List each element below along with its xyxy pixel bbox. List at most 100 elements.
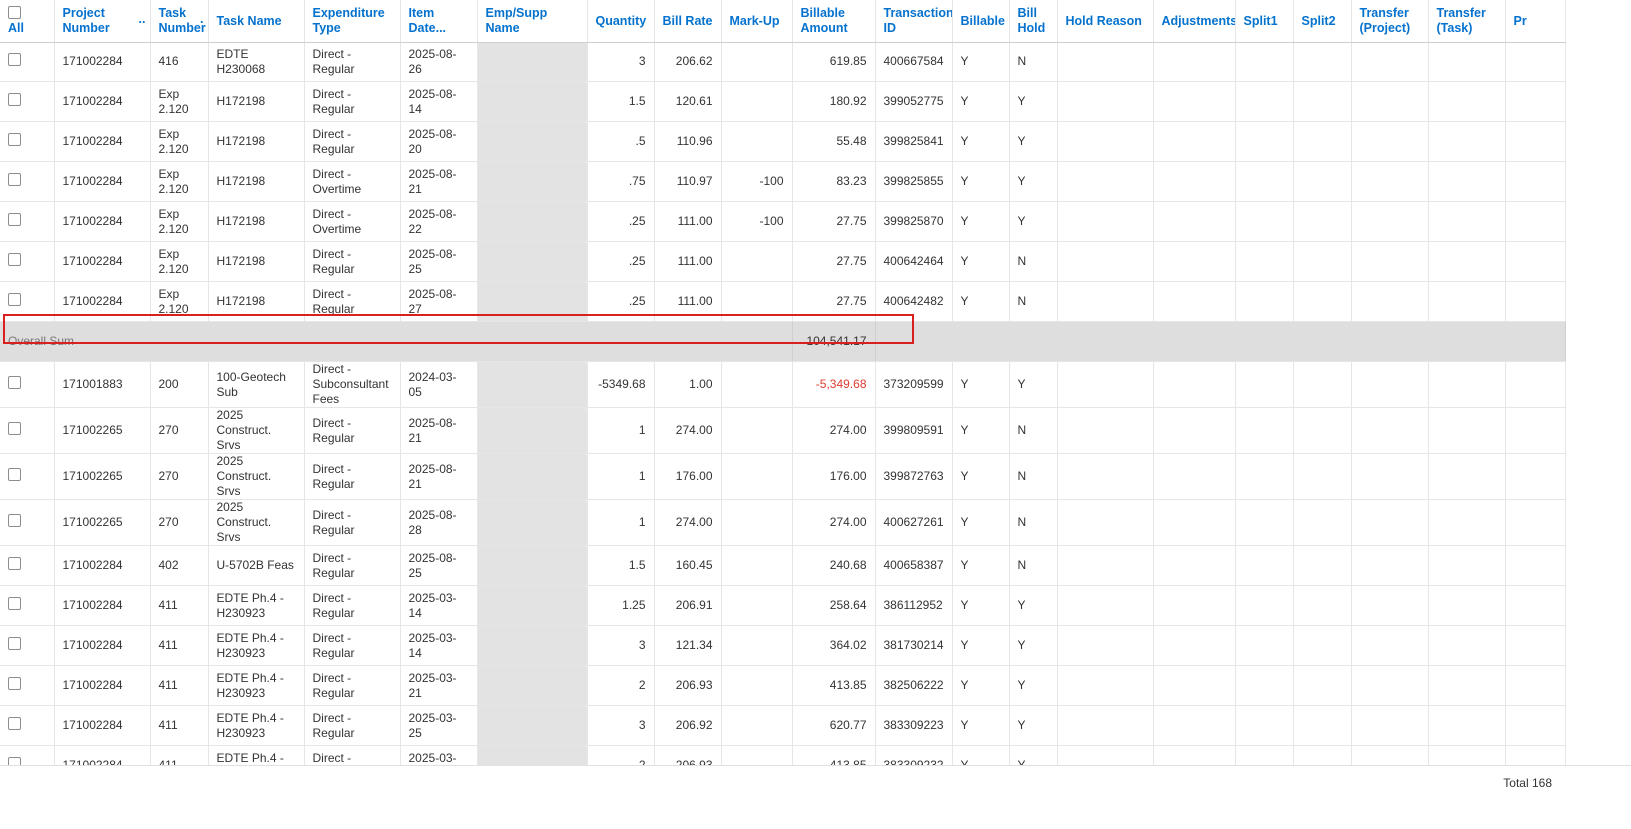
column-header-txn[interactable]: Transaction..ID [875, 0, 953, 43]
cell-split1 [1235, 585, 1294, 626]
cell-split1 [1235, 625, 1294, 666]
row-select-checkbox[interactable] [8, 637, 21, 650]
cell-billamt: 274.00 [792, 407, 876, 454]
cell-billamt: -5,349.68 [792, 361, 876, 408]
cell-tproj [1351, 241, 1429, 282]
cell-itemdate: 2025-08-21 [400, 161, 478, 202]
cell-adj [1153, 665, 1236, 706]
cell-markup [721, 407, 793, 454]
cell-select [0, 161, 55, 202]
column-header-billamt[interactable]: Billable Amount [792, 0, 876, 43]
cell-txn: 400642464 [875, 241, 953, 282]
redacted-name-cell [477, 453, 588, 500]
cell-project: 171002265 [54, 499, 151, 546]
column-header-task[interactable]: Task Number. [150, 0, 209, 43]
column-header-tproj[interactable]: Transfer (Project) [1351, 0, 1429, 43]
table-row[interactable]: 171002284 Exp 2.120 H172198 Direct - Regula… [0, 281, 1566, 322]
row-select-checkbox[interactable] [8, 173, 21, 186]
table-row[interactable]: 171002265 270 2025 Construct. Srvs Direct -… [0, 499, 1566, 546]
row-select-checkbox[interactable] [8, 597, 21, 610]
table-row[interactable]: 171002284 Exp 2.120 H172198 Direct - Regula… [0, 241, 1566, 282]
column-header-qty[interactable]: Quantity [587, 0, 655, 43]
cell-split1 [1235, 241, 1294, 282]
column-header-select[interactable]: All [0, 0, 55, 43]
table-row[interactable]: 171002284411EDTE Ph.4 - H230923Direct - … [0, 705, 1566, 746]
table-row[interactable]: 171002284411EDTE Ph.4 - H230923Direct - … [0, 665, 1566, 706]
table-row[interactable]: 171002265 270 2025 Construct. Srvs Direct -… [0, 453, 1566, 500]
header-row: All Project Number.. Task Number. Task Name Ex… [0, 0, 1566, 43]
cell-billrate: 206.62 [654, 42, 722, 82]
row-select-checkbox[interactable] [8, 53, 21, 66]
cell-billrate: 206.92 [654, 705, 722, 746]
column-header-emp[interactable]: Emp/Supp Name [477, 0, 588, 43]
table-row[interactable]: 171002284 Exp 2.120 H172198 Direct - Regula… [0, 121, 1566, 162]
row-select-checkbox[interactable] [8, 253, 21, 266]
cell-qty: .5 [587, 121, 655, 162]
table-row[interactable]: 171002284 Exp 2.120 H172198 Direct - Regula… [0, 81, 1566, 122]
redacted-name-cell [477, 241, 588, 282]
row-select-checkbox[interactable] [8, 557, 21, 570]
table-row[interactable]: 171002265 270 2025 Construct. Srvs Direct -… [0, 407, 1566, 454]
row-select-checkbox[interactable] [8, 213, 21, 226]
cell-itemdate: 2025-08-27 [400, 281, 478, 322]
column-header-pr[interactable]: Pr [1505, 0, 1566, 43]
table-row[interactable]: 171002284 402 U-5702B Feas Direct - Regular… [0, 545, 1566, 586]
column-header-exptype[interactable]: Expenditure Type [304, 0, 401, 43]
row-select-checkbox[interactable] [8, 514, 21, 527]
cell-billamt: 619.85 [792, 42, 876, 82]
cell-txn: 381730214 [875, 625, 953, 666]
column-header-taskname[interactable]: Task Name [208, 0, 305, 43]
column-header-label: Project [62, 6, 105, 20]
cell-exptype: Direct - Regular [304, 81, 401, 122]
grid-header: All Project Number.. Task Number. Task Name Ex… [0, 0, 1566, 43]
cell-itemdate: 2025-03-14 [400, 585, 478, 626]
column-header-itemdate[interactable]: Item Date... [400, 0, 478, 43]
cell-hold: N [1009, 407, 1058, 454]
column-header-project[interactable]: Project Number.. [54, 0, 151, 43]
overall-sum-value: 104,541.17 [792, 321, 876, 362]
column-header-billable[interactable]: Billable [952, 0, 1010, 43]
row-select-checkbox[interactable] [8, 293, 21, 306]
cell-hold: N [1009, 42, 1058, 82]
cell-billrate: 120.61 [654, 81, 722, 122]
row-select-checkbox[interactable] [8, 717, 21, 730]
cell-pr [1505, 585, 1566, 626]
cell-txn: 382506222 [875, 665, 953, 706]
column-header-adj[interactable]: Adjustments. [1153, 0, 1236, 43]
cell-adj [1153, 361, 1236, 408]
cell-hold: Y [1009, 121, 1058, 162]
cell-qty: .25 [587, 281, 655, 322]
vertical-scroll-area[interactable] [1612, 0, 1631, 765]
redacted-name-cell [477, 585, 588, 626]
row-select-checkbox[interactable] [8, 422, 21, 435]
overall-sum-label: Overall Sum [0, 321, 793, 362]
cell-itemdate: 2025-03-25 [400, 705, 478, 746]
cell-split1 [1235, 42, 1294, 82]
cell-taskname: 100-Geotech Sub [208, 361, 305, 408]
row-select-checkbox[interactable] [8, 468, 21, 481]
table-row[interactable]: 171002284 416 EDTE H230068 Direct - Regular… [0, 42, 1566, 82]
redacted-name-cell [477, 201, 588, 242]
column-header-hold[interactable]: Bill Hold [1009, 0, 1058, 43]
column-header-ttask[interactable]: Transfer (Task) [1428, 0, 1506, 43]
row-select-checkbox[interactable] [8, 677, 21, 690]
column-header-markup[interactable]: Mark-Up [721, 0, 793, 43]
cell-txn: 400627261 [875, 499, 953, 546]
table-row[interactable]: 171002284 Exp 2.120 H172198 Direct - Overti… [0, 161, 1566, 202]
table-row[interactable]: 171002284 Exp 2.120 H172198 Direct - Overti… [0, 201, 1566, 242]
column-header-billrate[interactable]: Bill Rate [654, 0, 722, 43]
row-select-checkbox[interactable] [8, 376, 21, 389]
cell-ttask [1428, 407, 1506, 454]
row-select-checkbox[interactable] [8, 133, 21, 146]
select-all-checkbox[interactable] [8, 6, 21, 19]
column-header-split1[interactable]: Split1 [1235, 0, 1294, 43]
cell-split2 [1293, 241, 1352, 282]
column-header-holdreason[interactable]: Hold Reason [1057, 0, 1154, 43]
row-select-checkbox[interactable] [8, 93, 21, 106]
cell-billrate: 160.45 [654, 545, 722, 586]
table-row[interactable]: 171001883 200 100-Geotech Sub Direct - Subc… [0, 361, 1566, 408]
cell-exptype: Direct - Regular [304, 42, 401, 82]
column-header-split2[interactable]: Split2 [1293, 0, 1352, 43]
table-row[interactable]: 171002284411EDTE Ph.4 - H230923Direct - … [0, 625, 1566, 666]
table-row[interactable]: 171002284411EDTE Ph.4 - H230923Direct - … [0, 585, 1566, 626]
